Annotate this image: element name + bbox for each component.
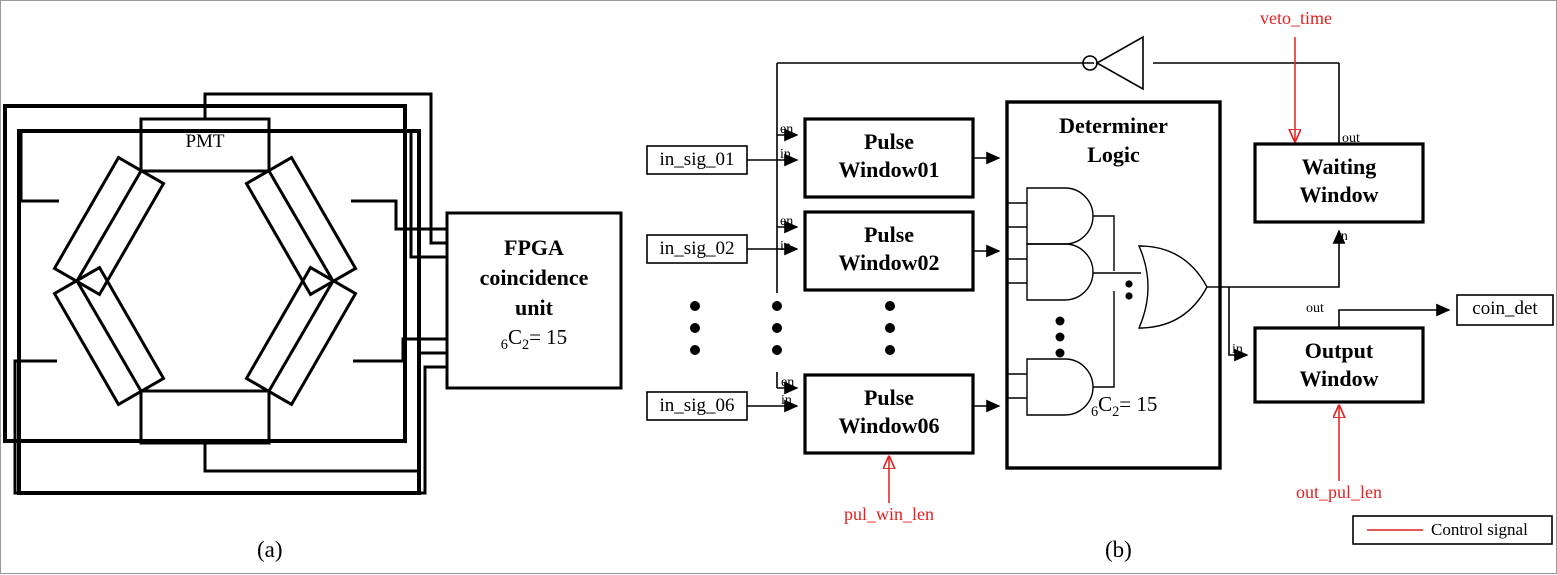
in-sig-01-label: in_sig_01 — [659, 149, 735, 170]
wire-output-out-to-coin-det — [1338, 303, 1451, 328]
waiting-window-pin-in-label: in — [1337, 229, 1348, 244]
ellipsis-and-gates — [1055, 316, 1065, 358]
wire-detector-lower-right — [353, 337, 447, 363]
determiner-formula-c: C — [1098, 392, 1113, 416]
fpga-formula-post: = 15 — [529, 325, 568, 349]
pulse-window-06-line2: Window06 — [838, 413, 940, 438]
fpga-formula-c: C — [507, 325, 522, 349]
fpga-formula-pre: 6 — [500, 337, 508, 354]
inverter-triangle — [1095, 35, 1144, 91]
panel-b-caption: (b) — [1105, 537, 1132, 562]
control-pul-win-len-label: pul_win_len — [844, 504, 934, 524]
control-out-pul-len-label: out_pul_len — [1296, 482, 1382, 502]
hexagon-cavity — [75, 169, 335, 393]
waiting-window-pin-out-label: out — [1342, 131, 1360, 146]
in-sig-02-label: in_sig_02 — [659, 238, 735, 259]
pulse-window-02-line2: Window02 — [838, 250, 940, 275]
and-gate-2 — [1026, 243, 1094, 301]
pw01-pin-in-label: in — [780, 147, 791, 162]
determiner-formula: 6C2= 15 — [1091, 393, 1157, 421]
pulse-window-01-line1: Pulse — [863, 129, 915, 154]
wire-or-to-waiting-in — [1220, 229, 1346, 288]
determiner-formula-post: = 15 — [1119, 392, 1158, 416]
output-window-pin-out-label: out — [1306, 301, 1324, 316]
determiner-title-line2: Logic — [1087, 142, 1140, 167]
determiner-title-line1: Determiner — [1059, 113, 1168, 138]
pw06-pin-in-label: in — [781, 393, 792, 408]
or-gate — [1137, 245, 1208, 329]
pulse-window-02-line1: Pulse — [863, 222, 915, 247]
fpga-title-line1: FPGA — [504, 235, 564, 260]
fpga-formula: 6C2= 15 — [447, 326, 621, 354]
housing-outer-frame — [17, 129, 421, 495]
wire-detector-bottom — [203, 351, 447, 473]
waiting-window-line1: Waiting — [1301, 154, 1377, 179]
waiting-window-line2: Window — [1299, 182, 1379, 207]
legend-label: Control signal — [1431, 520, 1528, 539]
output-window-pin-in-label: in — [1232, 342, 1243, 357]
and-gate-1-out — [1093, 215, 1115, 271]
and-gate-n — [1026, 358, 1094, 416]
and-gate-1 — [1026, 187, 1094, 245]
wire-detector-lower-left — [13, 359, 447, 495]
fpga-title-line3: unit — [515, 295, 553, 320]
detector-bottom — [139, 389, 271, 445]
control-veto-time-label: veto_time — [1260, 8, 1332, 28]
fpga-title-line2: coincidence — [479, 265, 589, 290]
ellipsis-inputs — [690, 301, 700, 355]
figure-canvas: PMT FPGA coincidence unit 6C2= 15 in_sig… — [0, 0, 1557, 574]
in-sig-06-label: in_sig_06 — [659, 395, 735, 416]
panel-a-group — [3, 92, 623, 495]
and-gate-n-out — [1093, 291, 1115, 388]
ellipsis-enable-bus — [772, 301, 782, 355]
ellipsis-or-inputs — [1125, 280, 1133, 300]
pulse-window-06-line1: Pulse — [863, 385, 915, 410]
panel-a-caption: (a) — [257, 537, 283, 562]
pw02-pin-in-label: in — [780, 239, 791, 254]
pw02-pin-en-label: en — [780, 214, 794, 229]
output-window-line2: Window — [1299, 366, 1379, 391]
coin-det-label: coin_det — [1472, 298, 1538, 319]
pw06-pin-en-label: en — [781, 375, 795, 390]
ellipsis-pulse-windows — [885, 301, 895, 355]
wire-detector-upper-right — [351, 199, 447, 231]
pulse-window-01-line2: Window01 — [838, 157, 940, 182]
pw01-pin-en-label: en — [780, 122, 794, 137]
output-window-line1: Output — [1304, 338, 1374, 363]
pmt-label: PMT — [185, 131, 225, 152]
